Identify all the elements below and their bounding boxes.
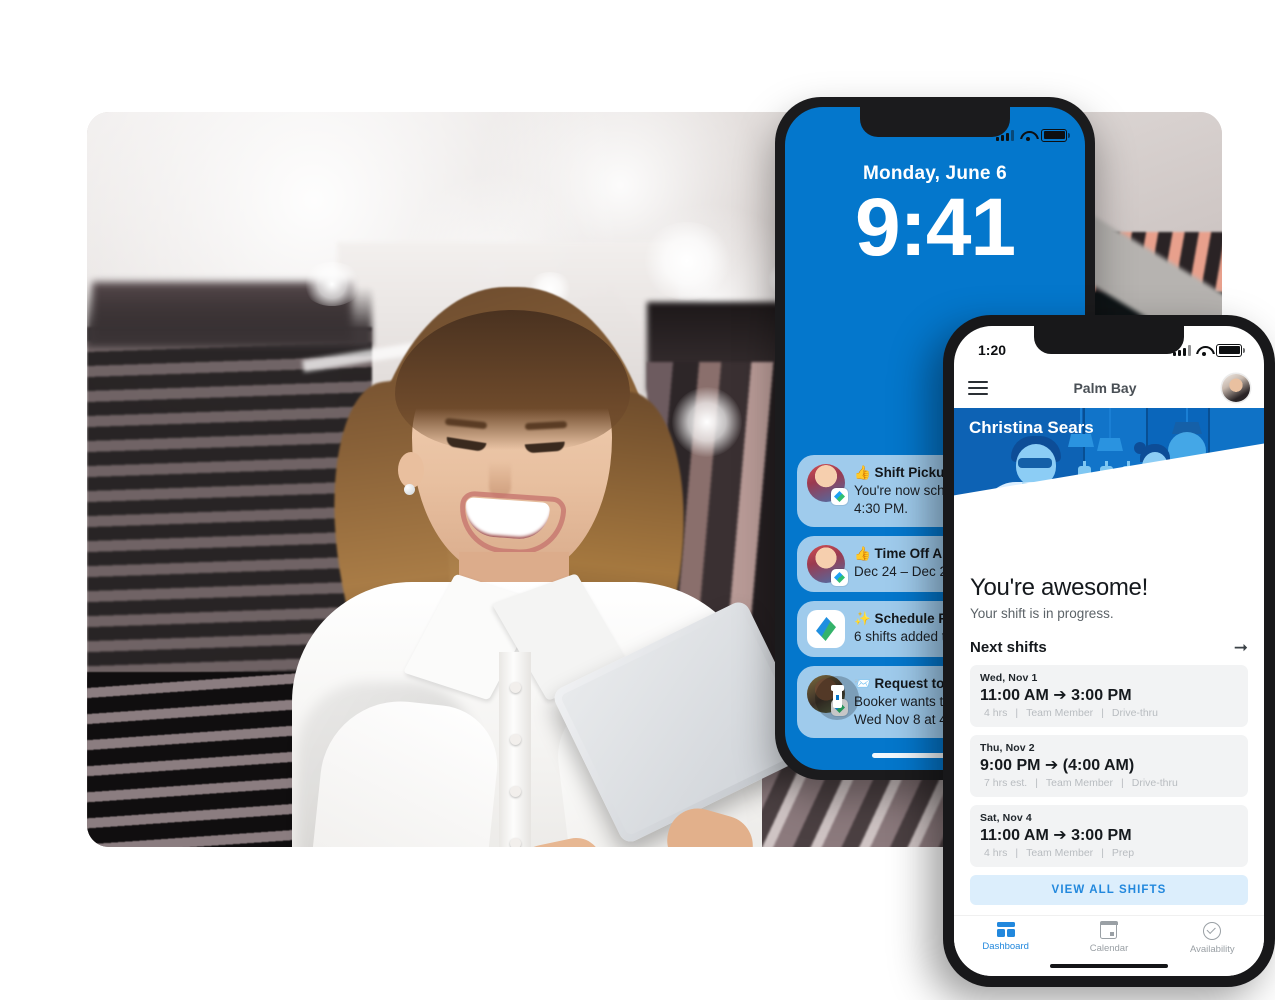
greeting-subtext: Your shift is in progress. — [970, 606, 1114, 621]
location-title: Palm Bay — [1073, 380, 1137, 396]
shift-card[interactable]: Thu, Nov 2 9:00 PM ➔ (4:00 AM) 7 hrs est… — [970, 735, 1248, 797]
app-navbar: Palm Bay — [954, 368, 1264, 408]
wifi-icon — [1196, 345, 1211, 356]
sunglasses-icon — [1018, 458, 1052, 468]
hamburger-menu-icon[interactable] — [968, 381, 988, 395]
shift-meta: 7 hrs est. | Team Member | Drive-thru — [984, 777, 1178, 789]
dashboard-content: You're awesome! Your shift is in progres… — [954, 560, 1264, 915]
status-bar-icons — [1173, 343, 1245, 357]
tab-dashboard[interactable]: Dashboard — [954, 922, 1057, 952]
lock-screen-time: 9:41 — [854, 182, 1016, 273]
notification-line-1: Dec 24 – Dec 26 — [854, 564, 955, 579]
woman-subject — [277, 252, 837, 847]
profile-avatar[interactable] — [1222, 374, 1250, 402]
shift-role: Team Member — [1026, 847, 1094, 859]
wifi-icon — [1020, 130, 1035, 141]
shift-meta: 4 hrs | Team Member | Prep — [984, 847, 1135, 859]
app-badge-icon — [831, 488, 848, 505]
shift-duration: 4 hrs — [984, 847, 1008, 859]
avatar — [807, 464, 848, 505]
employee-name: Christina Sears — [969, 418, 1094, 437]
shift-role: Team Member — [1026, 707, 1094, 719]
pendant-lamp-icon — [1097, 438, 1123, 451]
next-shifts-heading: Next shifts — [970, 639, 1047, 656]
tab-label: Dashboard — [982, 941, 1029, 952]
tab-label: Calendar — [1089, 943, 1129, 954]
shirt-button — [510, 734, 521, 745]
shift-card[interactable]: Sat, Nov 4 11:00 AM ➔ 3:00 PM 4 hrs | Team… — [970, 805, 1248, 867]
view-all-shifts-button[interactable]: VIEW ALL SHIFTS — [970, 875, 1248, 905]
hero-illustration: Christina Sears — [954, 408, 1264, 560]
status-bar-time: 1:20 — [978, 342, 1007, 358]
lamp-cord — [1109, 408, 1111, 438]
cellular-bars-icon — [996, 129, 1014, 141]
shift-duration: 4 hrs — [984, 707, 1008, 719]
front-phone-screen: 1:20 Palm Bay Christina Sears You're awe… — [954, 326, 1264, 976]
avatar — [807, 545, 848, 586]
arrow-right-icon[interactable]: ➞ — [1234, 639, 1248, 656]
ear — [398, 452, 424, 488]
shift-time: 11:00 AM ➔ 3:00 PM — [980, 827, 1132, 844]
shirt-button — [510, 682, 521, 693]
shift-duration: 7 hrs est. — [984, 777, 1028, 789]
home-indicator — [1050, 963, 1168, 968]
app-icon — [807, 610, 845, 648]
tab-calendar[interactable]: Calendar — [1057, 921, 1160, 954]
shift-date: Sat, Nov 4 — [980, 812, 1032, 824]
shift-date: Thu, Nov 2 — [980, 742, 1035, 754]
shift-area: Drive-thru — [1131, 777, 1178, 789]
battery-icon — [1041, 128, 1070, 142]
calendar-icon — [1099, 921, 1119, 939]
app-badge-icon — [831, 569, 848, 586]
scene-root: Monday, June 6 9:41 👍 Shift Pickup Appro… — [0, 0, 1275, 1000]
tab-availability[interactable]: Availability — [1161, 922, 1264, 955]
shirt-button — [510, 838, 521, 847]
front-phone-device: 1:20 Palm Bay Christina Sears You're awe… — [943, 315, 1275, 987]
battery-icon — [1216, 343, 1245, 357]
flashlight-icon[interactable] — [815, 676, 859, 720]
shift-card[interactable]: Wed, Nov 1 11:00 AM ➔ 3:00 PM 4 hrs | Team… — [970, 665, 1248, 727]
check-circle-icon — [1203, 922, 1222, 940]
front-phone-status-bar: 1:20 — [954, 326, 1264, 368]
earring — [404, 484, 415, 495]
shift-role: Team Member — [1045, 777, 1114, 789]
shift-time: 11:00 AM ➔ 3:00 PM — [980, 687, 1132, 704]
notification-line-2: 4:30 PM. — [854, 501, 909, 516]
shift-meta: 4 hrs | Team Member | Drive-thru — [984, 707, 1159, 719]
tab-label: Availability — [1189, 944, 1235, 955]
shirt-button — [510, 786, 521, 797]
dashboard-icon — [996, 922, 1015, 937]
shift-area: Prep — [1111, 847, 1135, 859]
shift-time: 9:00 PM ➔ (4:00 AM) — [980, 757, 1135, 774]
cellular-bars-icon — [1173, 344, 1191, 356]
shift-date: Wed, Nov 1 — [980, 672, 1038, 684]
shift-area: Drive-thru — [1111, 707, 1159, 719]
greeting-headline: You're awesome! — [970, 574, 1148, 601]
back-phone-status-bar — [996, 117, 1070, 153]
notch — [860, 107, 1010, 137]
next-shifts-header: Next shifts ➞ — [970, 639, 1248, 656]
lamp-cord — [1186, 408, 1188, 422]
